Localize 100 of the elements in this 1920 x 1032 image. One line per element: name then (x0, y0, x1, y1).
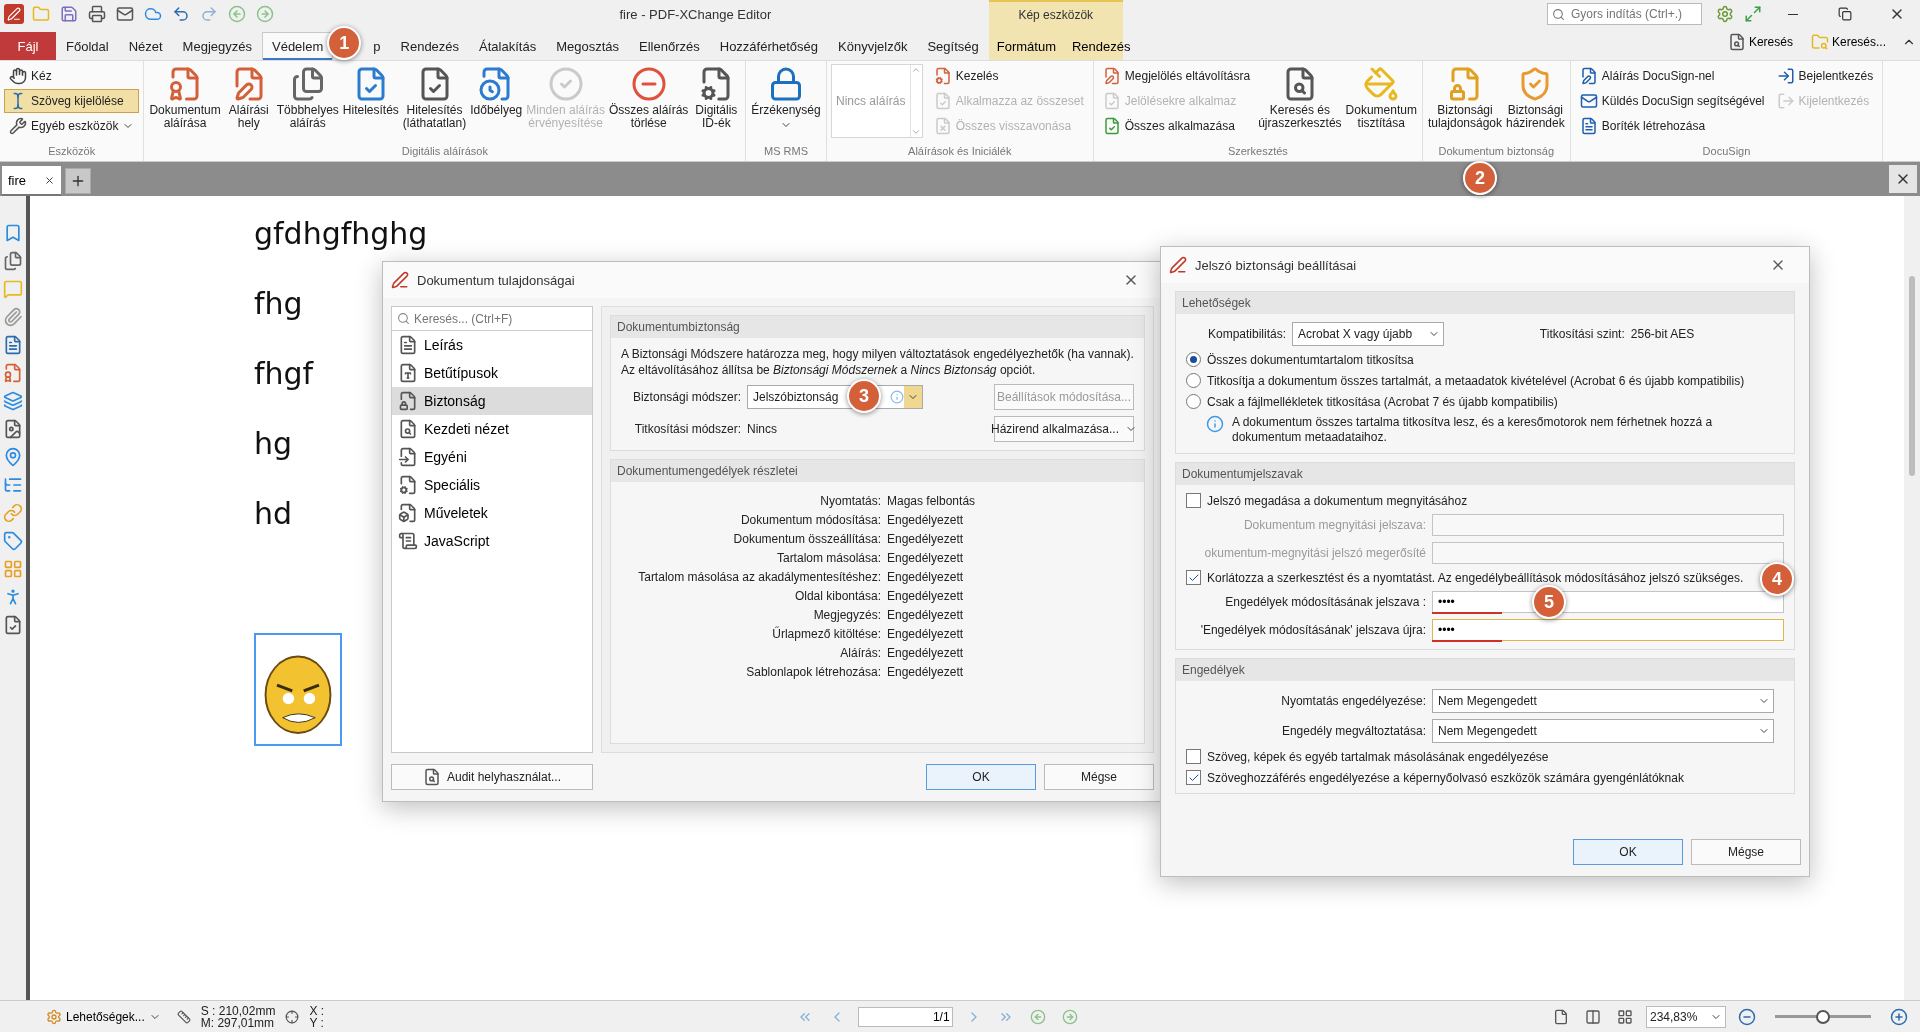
menu-tab[interactable]: Segítség (917, 32, 989, 60)
layers-icon (3, 391, 23, 411)
sidebar-button[interactable] (2, 390, 24, 412)
field-label: Kompatibilitás: (1206, 327, 1286, 341)
category-item[interactable]: Leírás (392, 331, 592, 359)
ribbon-button[interactable]: Megjelölés eltávolításra (1097, 64, 1256, 88)
policy-button[interactable]: Házirend alkalmazása... (994, 416, 1134, 442)
password-field[interactable]: •••• (1432, 619, 1784, 641)
ribbon-button[interactable]: Szöveg kijelölése (4, 89, 140, 113)
ribbon-button[interactable]: Hitelesítés (341, 64, 400, 119)
radio-option[interactable]: Titkosítja a dokumentum összes tartalmát, a metaadatok kivételével (Acrobat 6 és újabb kompatibilis) (1186, 373, 1784, 388)
search-field[interactable]: Gyors indítás (Ctrl+.) (1547, 3, 1702, 25)
sidebar-button[interactable] (2, 530, 24, 552)
dialog-button[interactable]: OK (1573, 839, 1683, 865)
dialog-title: Dokumentum tulajdonságai (417, 272, 576, 288)
ribbon-button[interactable]: Küldés DocuSign segítségével (1574, 89, 1770, 113)
sidebar-button[interactable] (2, 362, 24, 384)
folder-search-icon (1810, 33, 1829, 51)
checkbox-option[interactable]: Szöveg, képek és egyéb tartalmak másolásának engedélyezése (1186, 749, 1784, 764)
menu-tab[interactable]: Hozzáférhetőség (709, 32, 829, 60)
menu-tab[interactable]: Védelem (262, 32, 334, 60)
sidebar-button[interactable] (2, 250, 24, 272)
ribbon-button[interactable]: Többhelyes aláírás (275, 64, 340, 132)
menu-tab[interactable]: Formátum (988, 32, 1064, 60)
ribbon-button[interactable]: Hitelesítés (láthatatlan) (401, 64, 468, 132)
category-item[interactable]: Egyéni (392, 443, 592, 471)
field-label: okumentum-megnyitási jelszó megerősíté (1203, 546, 1426, 560)
category-item[interactable]: Betűtípusok (392, 359, 592, 387)
checkbox[interactable] (1186, 570, 1201, 585)
radio-option[interactable]: Csak a fájlmellékletek titkosítása (Acrobat 7 és újabb kompatibilis) (1186, 394, 1784, 409)
category-item[interactable]: JavaScript (392, 527, 592, 555)
dialog-button[interactable]: OK (926, 764, 1036, 790)
checkbox-option[interactable]: Korlátozza a szerkesztést és a nyomtatást. Az engedélybeállítások módosításához jelszó szükséges. (1186, 570, 1744, 585)
step-marker: 4 (1760, 562, 1794, 596)
checkbox-option[interactable]: Jelszó megadása a dokumentum megnyitásához (1186, 493, 1784, 508)
options-button[interactable]: Lehetőségek... (40, 1007, 167, 1026)
page-field[interactable]: 1/1 (857, 1006, 953, 1027)
toolbar-button[interactable] (86, 3, 108, 25)
close-button[interactable] (1889, 165, 1917, 193)
category-item[interactable]: Kezdeti nézet (392, 415, 592, 443)
document-gear-icon (933, 67, 952, 85)
radio-button[interactable] (1186, 394, 1201, 409)
back-icon (1029, 1008, 1046, 1025)
ribbon-button[interactable]: Boríték létrehozása (1574, 114, 1770, 138)
checkbox[interactable] (1186, 749, 1201, 764)
menu-tab[interactable]: p (363, 32, 391, 60)
category-item[interactable]: Biztonság (392, 387, 592, 415)
ribbon-button[interactable]: Dokumentum aláírása (148, 64, 222, 132)
radio-button[interactable] (1186, 352, 1201, 367)
radio-button[interactable] (1186, 373, 1201, 388)
category-item[interactable]: Műveletek (392, 499, 592, 527)
ribbon-button[interactable]: Kezelés (928, 64, 1089, 88)
ribbon-button[interactable]: Kéz (4, 64, 140, 88)
zoom-select[interactable]: 234,83% (1646, 1005, 1726, 1028)
document-tab[interactable]: fire (2, 166, 62, 196)
menu-tab[interactable]: Ellenőrzés (629, 32, 710, 60)
dropdown-button[interactable] (904, 386, 922, 408)
compatibility-select[interactable]: Acrobat X vagy újabb (1292, 322, 1444, 346)
menu-tab[interactable]: Könyvjelzők (828, 32, 918, 60)
ribbon-button[interactable]: Keresés és újraszerkesztés (1257, 64, 1343, 132)
ribbon-button[interactable]: Bejelentkezés (1771, 64, 1879, 88)
ribbon-button[interactable]: Biztonsági tulajdonságok (1426, 64, 1503, 132)
menu-tab[interactable]: Megjegyzés (172, 32, 262, 60)
info-icon (1206, 415, 1224, 433)
menu-tab[interactable]: Megosztás (546, 32, 630, 60)
envelope-icon (116, 5, 134, 23)
ribbon-button[interactable]: Időbélyeg (469, 64, 524, 119)
ribbon-button[interactable]: Összes alkalmazása (1097, 114, 1256, 138)
ribbon-button[interactable]: Egyéb eszközök (4, 114, 140, 138)
permission-select[interactable]: Nem Megengedett (1432, 689, 1774, 713)
checkbox[interactable] (1186, 493, 1201, 508)
menu-tab[interactable]: Átalakítás (469, 32, 547, 60)
ribbon-button[interactable]: Aláírási hely (223, 64, 274, 132)
permission-label: Aláírás: (839, 646, 881, 660)
find-button[interactable]: Keresés (1721, 29, 1799, 55)
ribbon-button[interactable]: Érzékenység (750, 64, 822, 133)
menu-tab[interactable]: Rendezés (1063, 32, 1139, 60)
find-button[interactable]: Keresés... (1804, 29, 1892, 55)
ribbon-button[interactable]: Dokumentum tisztítása (1344, 64, 1418, 132)
ribbon-button[interactable]: Aláírás DocuSign-nel (1574, 64, 1770, 88)
ribbon-button[interactable]: Összes aláírás törlése (608, 64, 690, 132)
ribbon-button[interactable]: Digitális ID-ék (691, 64, 742, 132)
audit-button[interactable]: Audit helyhasználat... (391, 764, 593, 790)
zoom-out-icon (1738, 1007, 1756, 1026)
slider-thumb[interactable] (1816, 1009, 1830, 1024)
permission-select[interactable]: Nem Megengedett (1432, 719, 1774, 743)
menu-tab[interactable]: Rendezés (390, 32, 470, 60)
ribbon-button[interactable]: Biztonsági házirendek (1505, 64, 1566, 132)
checkbox[interactable] (1186, 770, 1201, 785)
menu-tab[interactable]: Főoldal (56, 32, 119, 60)
menu-tab[interactable]: Nézet (118, 32, 173, 60)
cursor-y: Y : (309, 1016, 325, 1029)
category-item[interactable]: Speciális (392, 471, 592, 499)
page-height: M: 297,01mm (200, 1016, 276, 1029)
new-tab-button[interactable] (65, 168, 92, 194)
radio-option[interactable]: Összes dokumentumtartalom titkosítsa (1186, 352, 1784, 367)
checkbox-option[interactable]: Szöveghozzáférés engedélyezése a képernyőolvasó eszközök számára gyengénlátóknak (1186, 770, 1784, 785)
dialog-button[interactable]: Mégse (1044, 764, 1154, 790)
dialog-button[interactable]: Mégse (1691, 839, 1801, 865)
menu-tab[interactable]: Fájl (0, 32, 56, 60)
